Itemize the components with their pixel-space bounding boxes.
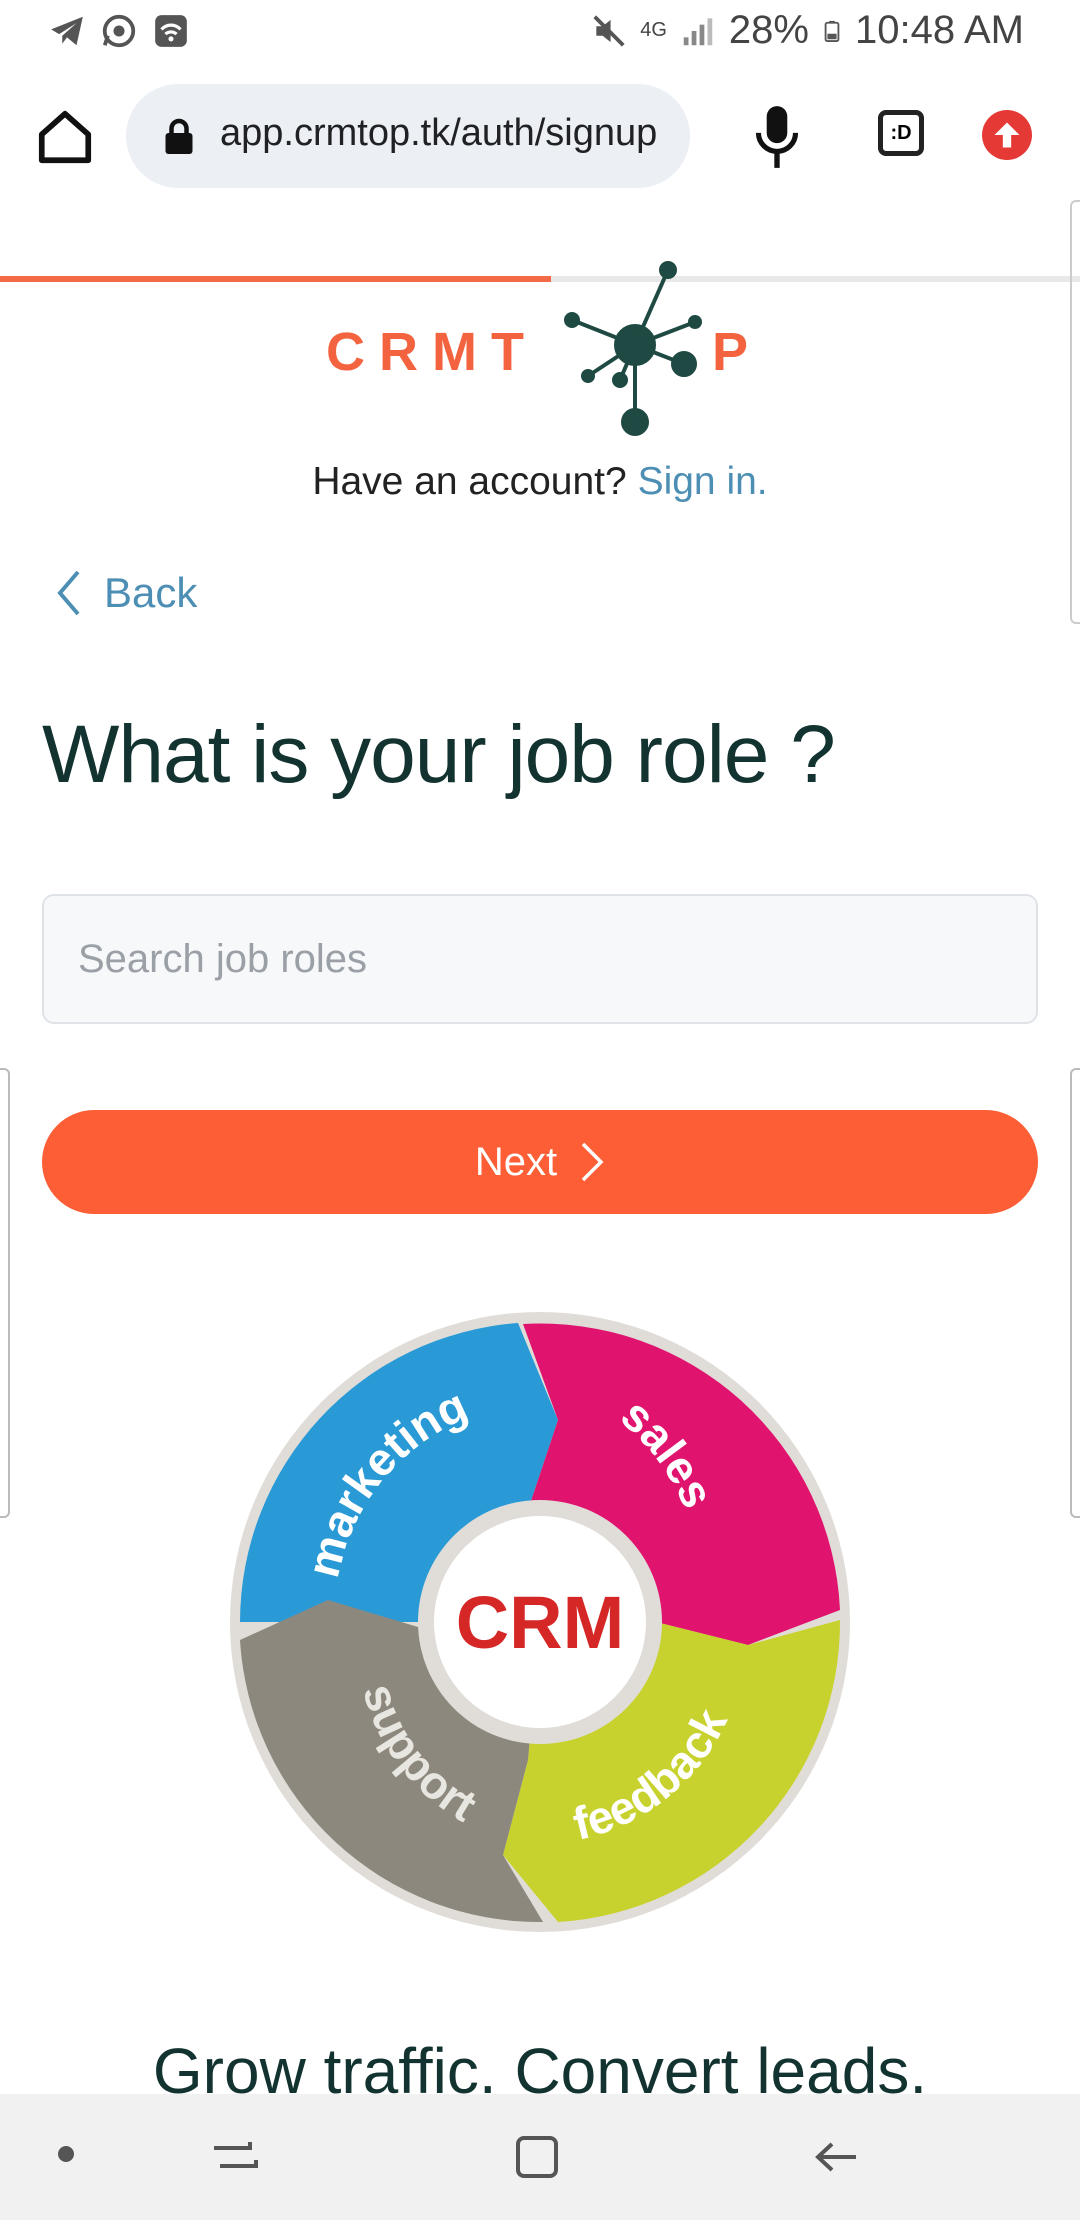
chevron-right-icon <box>581 1142 604 1182</box>
job-role-search-input[interactable] <box>42 894 1038 1024</box>
battery-icon <box>824 20 840 42</box>
microphone-icon[interactable] <box>752 102 802 172</box>
crm-cycle-illustration: CRM marketing sales feedback support <box>230 1312 850 1932</box>
back-button[interactable]: Back <box>54 568 197 618</box>
tab-switcher-button[interactable]: :D <box>878 110 924 156</box>
recents-icon[interactable] <box>210 2132 260 2182</box>
account-prompt-text: Have an account? <box>312 460 627 503</box>
home-icon[interactable] <box>34 106 96 168</box>
next-label: Next <box>474 1139 558 1184</box>
home-nav-icon[interactable] <box>512 2132 562 2182</box>
update-available-icon[interactable] <box>982 110 1032 160</box>
whatsapp-icon <box>102 14 136 48</box>
next-button[interactable]: Next <box>42 1110 1038 1214</box>
back-nav-icon[interactable] <box>812 2132 862 2182</box>
sign-in-link[interactable]: Sign in. <box>638 460 768 503</box>
clock: 10:48 AM <box>854 8 1024 52</box>
signal-icon <box>683 17 713 45</box>
sign-in-prompt: Have an account? Sign in. <box>0 460 1080 504</box>
browser-toolbar: app.crmtop.tk/auth/signup :D <box>0 66 1080 282</box>
right-scroll-indicator <box>1070 1068 1080 1518</box>
page-title: What is your job role ? <box>42 709 836 800</box>
left-scroll-indicator <box>0 1068 10 1518</box>
network-type: 4G <box>640 19 667 41</box>
scroll-indicator-top <box>1070 200 1080 624</box>
battery-percent: 28% <box>728 8 809 52</box>
telegram-icon <box>51 16 83 46</box>
mute-icon <box>593 14 625 47</box>
system-navigation-bar <box>0 2094 1080 2220</box>
chevron-left-icon <box>57 570 80 616</box>
wifi-calling-icon <box>155 15 187 47</box>
crmtop-logo: CRMT P <box>326 261 748 436</box>
crm-center-label: CRM <box>456 1581 625 1664</box>
lock-icon <box>165 118 193 154</box>
url-text[interactable]: app.crmtop.tk/auth/signup <box>220 112 657 155</box>
dot-icon[interactable] <box>56 2144 76 2164</box>
logo-text-left: CRMT <box>326 322 538 382</box>
address-bar[interactable]: app.crmtop.tk/auth/signup <box>126 84 690 188</box>
back-label: Back <box>104 569 198 616</box>
status-bar: 4G 28% 10:48 AM <box>0 0 1080 66</box>
logo-text-right: P <box>712 322 748 382</box>
